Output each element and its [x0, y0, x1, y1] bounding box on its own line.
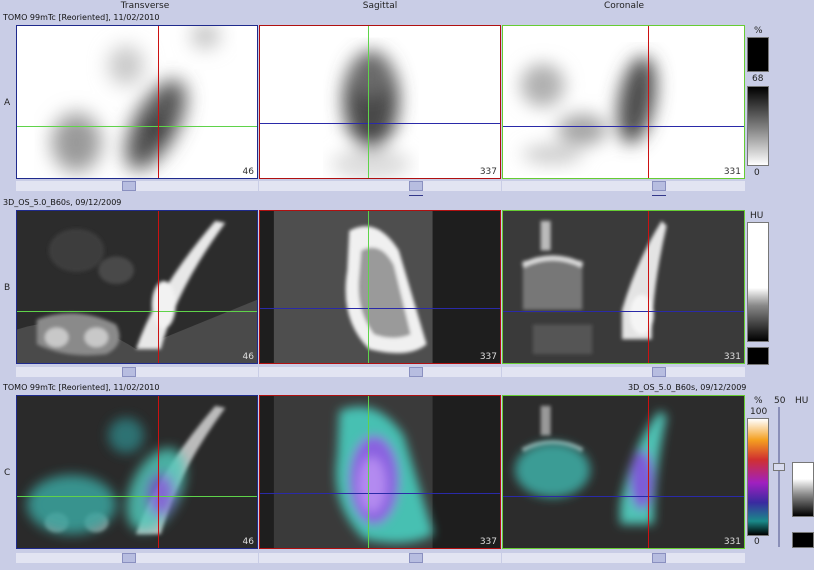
- row-c-header-right: 3D_OS_5.0_B60s, 09/12/2009: [628, 383, 747, 392]
- column-header-coronale: Coronale: [603, 1, 645, 11]
- ct-transverse-image: [17, 211, 257, 363]
- row-a-header: TOMO 99mTc [Reoriented], 11/02/2010: [3, 13, 160, 22]
- row-a-transverse-viewport[interactable]: 46: [16, 25, 258, 179]
- scale-b-colorbar[interactable]: [747, 222, 769, 342]
- scale-b-bottom-swatch: [747, 347, 769, 365]
- spect-sagittal-image: [260, 26, 500, 178]
- scale-c-min: 0: [754, 537, 760, 547]
- scale-c-max: 100: [750, 407, 768, 417]
- row-c-sagittal-viewport[interactable]: 337: [259, 395, 501, 549]
- slice-number-b-transverse: 46: [242, 352, 254, 362]
- scale-c-ct-unit: HU: [795, 396, 809, 406]
- row-a-transverse-scrollbar[interactable]: [16, 181, 258, 191]
- ct-coronale-image: [503, 211, 744, 363]
- fusion-blend-value: 50: [774, 396, 786, 406]
- scale-c-colorbar[interactable]: [747, 418, 769, 536]
- row-b-coronale-scrollbar[interactable]: [502, 367, 745, 377]
- row-b-header: 3D_OS_5.0_B60s, 09/12/2009: [3, 198, 122, 207]
- row-c-transverse-viewport[interactable]: 46: [16, 395, 258, 549]
- scroll-thumb[interactable]: [652, 553, 666, 563]
- slice-number-a-sagittal: 337: [479, 167, 497, 177]
- scroll-thumb[interactable]: [122, 367, 136, 377]
- fusion-blend-slider[interactable]: [772, 407, 786, 547]
- fusion-sagittal-image: [260, 396, 500, 548]
- scale-c-unit: %: [754, 396, 763, 406]
- fusion-coronale-image: [503, 396, 744, 548]
- spect-transverse-image: [17, 26, 257, 178]
- row-b-sagittal-scrollbar[interactable]: [259, 367, 501, 377]
- scale-c-ct-colorbar[interactable]: [792, 462, 814, 517]
- row-a-coronale-viewport[interactable]: 331: [502, 25, 745, 179]
- row-b-sagittal-viewport[interactable]: 337: [259, 210, 501, 364]
- scroll-thumb[interactable]: [652, 181, 666, 191]
- scroll-thumb[interactable]: [122, 181, 136, 191]
- scale-a-max: 68: [752, 74, 764, 84]
- row-c-coronale-scrollbar[interactable]: [502, 553, 745, 563]
- row-c-header: TOMO 99mTc [Reoriented], 11/02/2010: [3, 383, 160, 392]
- row-c-coronale-viewport[interactable]: 331: [502, 395, 745, 549]
- row-a-sagittal-viewport[interactable]: 337: [259, 25, 501, 179]
- row-a-coronale-scrollbar[interactable]: [502, 181, 745, 196]
- row-a-letter: A: [4, 98, 11, 108]
- row-b-transverse-scrollbar[interactable]: [16, 367, 258, 377]
- slice-number-c-transverse: 46: [242, 537, 254, 547]
- slice-number-b-sagittal: 337: [479, 352, 497, 362]
- scroll-thumb[interactable]: [409, 181, 423, 191]
- slice-number-a-coronale: 331: [723, 167, 741, 177]
- scale-a-min: 0: [754, 168, 760, 178]
- scroll-thumb[interactable]: [409, 367, 423, 377]
- scroll-thumb[interactable]: [652, 367, 666, 377]
- scale-a-top-swatch: [747, 37, 769, 72]
- scroll-thumb[interactable]: [409, 553, 423, 563]
- scale-a-unit: %: [754, 26, 763, 36]
- ct-sagittal-image: [260, 211, 500, 363]
- row-b-letter: B: [4, 283, 11, 293]
- scroll-thumb[interactable]: [122, 553, 136, 563]
- row-c-letter: C: [4, 468, 11, 478]
- scale-a-colorbar[interactable]: [747, 86, 769, 166]
- scale-c-ct-bottom-swatch: [792, 532, 814, 548]
- row-a-sagittal-scrollbar[interactable]: [259, 181, 501, 196]
- spect-coronale-image: [503, 26, 744, 178]
- row-c-sagittal-scrollbar[interactable]: [259, 553, 501, 563]
- column-header-sagittal: Sagittal: [362, 1, 398, 11]
- fusion-slider-thumb[interactable]: [773, 463, 785, 471]
- slice-number-c-sagittal: 337: [479, 537, 497, 547]
- slice-number-a-transverse: 46: [242, 167, 254, 177]
- row-b-coronale-viewport[interactable]: 331: [502, 210, 745, 364]
- slice-number-c-coronale: 331: [723, 537, 741, 547]
- row-c-transverse-scrollbar[interactable]: [16, 553, 258, 563]
- row-b-transverse-viewport[interactable]: 46: [16, 210, 258, 364]
- fusion-transverse-image: [17, 396, 257, 548]
- scale-b-unit: HU: [750, 211, 764, 221]
- slice-number-b-coronale: 331: [723, 352, 741, 362]
- column-header-transverse: Transverse: [120, 1, 170, 11]
